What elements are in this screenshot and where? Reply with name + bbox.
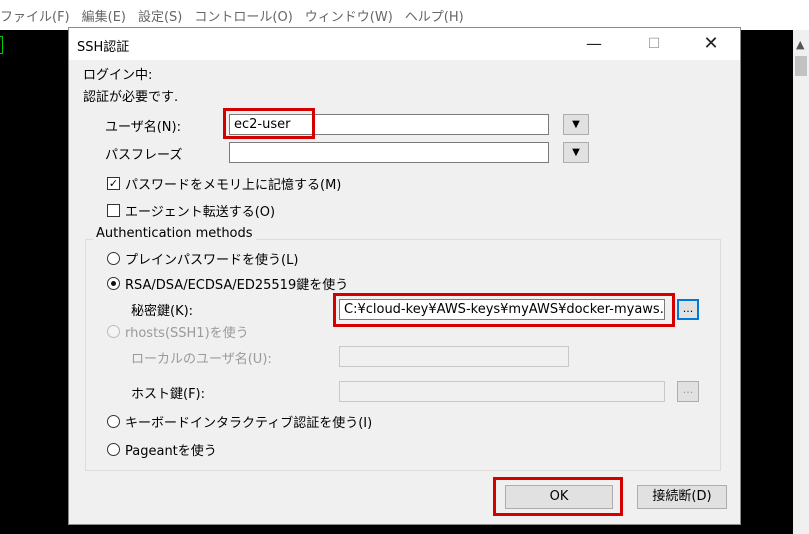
passphrase-label: パスフレーズ xyxy=(105,148,183,163)
username-input[interactable]: ec2-user xyxy=(229,114,549,135)
plain-password-radio[interactable] xyxy=(107,252,120,265)
vertical-scrollbar[interactable]: ▲ xyxy=(793,30,809,534)
remember-password-label: パスワードをメモリ上に記憶する(M) xyxy=(125,178,342,193)
menu-help[interactable]: ヘルプ(H) xyxy=(405,6,464,25)
rhosts-radio xyxy=(107,325,120,338)
auth-methods-title: Authentication methods xyxy=(93,226,256,241)
private-key-label: 秘密鍵(K): xyxy=(131,304,194,319)
chevron-down-icon: ▼ xyxy=(572,147,580,158)
dialog-title: SSH認証 xyxy=(77,40,130,55)
browse-host-key-button: ... xyxy=(677,381,699,402)
ssh-auth-dialog: SSH認証 — ☐ ✕ ログイン中: 認証が必要です. ユーザ名(N): ec2… xyxy=(68,27,741,525)
keyboard-interactive-label: キーボードインタラクティブ認証を使う(I) xyxy=(125,416,373,431)
private-key-input[interactable]: C:¥cloud-key¥AWS-keys¥myAWS¥docker-myaws… xyxy=(339,299,665,320)
ok-button[interactable]: OK xyxy=(505,485,613,509)
host-key-label: ホスト鍵(F): xyxy=(131,387,206,402)
rsa-key-radio[interactable] xyxy=(107,277,120,290)
menu-edit[interactable]: 編集(E) xyxy=(82,6,126,25)
browse-private-key-button[interactable]: ... xyxy=(677,299,699,320)
maximize-icon: ☐ xyxy=(647,36,661,52)
terminal-cursor xyxy=(0,36,3,54)
disconnect-button[interactable]: 接続断(D) xyxy=(637,485,727,509)
menu-setup[interactable]: 設定(S) xyxy=(138,6,182,25)
chevron-down-icon: ▼ xyxy=(572,119,580,130)
username-dropdown-button[interactable]: ▼ xyxy=(563,114,589,135)
username-label: ユーザ名(N): xyxy=(105,120,181,135)
dialog-titlebar: SSH認証 — ☐ ✕ xyxy=(69,28,740,60)
local-username-label: ローカルのユーザ名(U): xyxy=(131,352,272,367)
keyboard-interactive-radio[interactable] xyxy=(107,415,120,428)
close-icon[interactable]: ✕ xyxy=(696,32,726,56)
scroll-up-icon[interactable]: ▲ xyxy=(796,38,804,51)
menu-file[interactable]: ファイル(F) xyxy=(0,6,70,25)
pageant-label: Pageantを使う xyxy=(125,444,217,459)
scroll-thumb[interactable] xyxy=(795,56,807,76)
plain-password-label: プレインパスワードを使う(L) xyxy=(125,253,299,268)
agent-forward-checkbox[interactable] xyxy=(107,204,120,217)
menu-window[interactable]: ウィンドウ(W) xyxy=(305,6,393,25)
menu-control[interactable]: コントロール(O) xyxy=(194,6,292,25)
menu-bar: ファイル(F) 編集(E) 設定(S) コントロール(O) ウィンドウ(W) ヘ… xyxy=(0,0,809,30)
agent-forward-label: エージェント転送する(O) xyxy=(125,205,276,220)
passphrase-dropdown-button[interactable]: ▼ xyxy=(563,142,589,163)
pageant-radio[interactable] xyxy=(107,443,120,456)
rsa-key-label: RSA/DSA/ECDSA/ED25519鍵を使う xyxy=(125,278,349,293)
remember-password-checkbox[interactable]: ✓ xyxy=(107,177,120,190)
minimize-icon[interactable]: — xyxy=(579,32,609,56)
login-status-text: ログイン中: xyxy=(83,68,153,83)
passphrase-input[interactable] xyxy=(229,142,549,163)
rhosts-label: rhosts(SSH1)を使う xyxy=(125,326,249,341)
host-key-input xyxy=(339,381,665,402)
local-username-input xyxy=(339,346,569,367)
auth-required-text: 認証が必要です. xyxy=(83,90,179,105)
